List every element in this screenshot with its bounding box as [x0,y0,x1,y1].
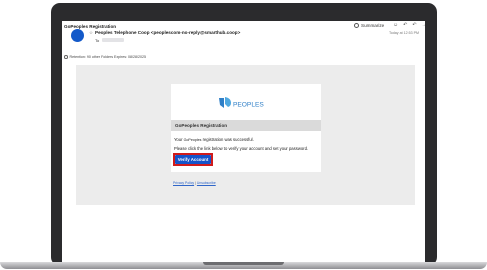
retention-notice: Retention: 90 other Folders Expires: 08/… [64,55,146,59]
footer-links: Privacy Policy | Unsubscribe [173,181,216,185]
star-icon[interactable]: ☆ [89,30,93,36]
summarize-button[interactable]: Summarize [354,23,384,28]
reply-all-icon[interactable]: ↶ [412,22,416,28]
email-body: PEOPLES GoPeoples Registration Your GoPe… [76,65,415,205]
email-subject: GoPeoples Registration [64,24,117,29]
message-actions: ☺ ↶ ↶ → [393,22,425,28]
recipient-redacted [102,38,124,42]
info-icon [64,55,68,59]
to-label: To [95,38,100,43]
logo-mark-left [219,98,224,108]
summarize-icon [354,23,359,28]
avatar [71,29,84,42]
logo-mark-right [225,97,231,107]
success-prefix: Your [174,137,184,142]
retention-text: Retention: 90 other Folders Expires: 08/… [69,55,147,59]
forward-icon[interactable]: → [422,22,425,28]
logo-text: PEOPLES [233,102,264,109]
privacy-policy-link[interactable]: Privacy Policy [173,181,194,185]
instruction-text: Please click the link below to verify yo… [174,146,309,151]
registration-title: GoPeoples Registration [175,123,228,128]
success-suffix: registration was successful. [201,137,254,142]
summarize-label: Summarize [361,23,385,28]
reply-icon[interactable]: ↶ [403,22,407,28]
success-text: Your GoPeoples registration was successf… [174,137,254,142]
registration-header: GoPeoples Registration [171,120,321,131]
brand-name: GoPeoples [183,138,202,142]
peoples-logo: PEOPLES [219,97,264,109]
emoji-icon[interactable]: ☺ [393,22,398,28]
verify-account-button[interactable]: Verify Account [175,155,211,164]
laptop-notch [203,262,284,265]
message-card: PEOPLES GoPeoples Registration Your GoPe… [171,84,321,172]
email-screen: GoPeoples Registration Summarize ☺ ↶ ↶ →… [62,21,425,262]
unsubscribe-link[interactable]: Unsubscribe [197,181,216,185]
email-date: Today at 12:53 PM [389,31,419,35]
sender: Peoples Telephone Coop <peoplescom-no-re… [95,30,241,35]
